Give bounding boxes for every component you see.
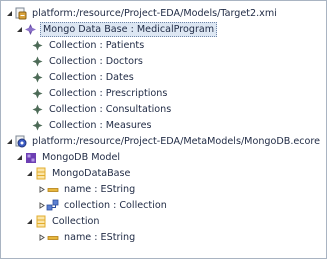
collection-label: Collection : Patients (49, 40, 145, 51)
eclass-icon (34, 215, 47, 228)
expanded-arrow-icon[interactable] (15, 150, 24, 165)
attribute-label: name : EString (64, 232, 136, 243)
expanded-arrow-icon[interactable] (25, 214, 34, 229)
collection-icon (31, 103, 44, 116)
tree-row-attribute-name[interactable]: name : EString (37, 182, 137, 197)
tree-row-package-mongodb-model[interactable]: MongoDB Model (15, 150, 122, 165)
tree-row-resource-mongodb-ecore[interactable]: platform:/resource/Project-EDA/MetaModel… (5, 134, 322, 149)
attribute-icon (46, 231, 59, 244)
expanded-arrow-icon[interactable] (25, 166, 34, 181)
tree-row-resource-target2[interactable]: platform:/resource/Project-EDA/Models/Ta… (5, 6, 279, 21)
collapsed-arrow-icon[interactable] (37, 198, 46, 213)
xmi-resource-icon (14, 7, 27, 20)
attribute-label: name : EString (64, 184, 136, 195)
class-label: MongoDataBase (52, 168, 131, 179)
collection-label: Collection : Dates (49, 72, 134, 83)
tree-row-reference-collection[interactable]: collection : Collection (37, 198, 169, 213)
collection-label: Collection : Prescriptions (49, 88, 168, 99)
expanded-arrow-icon[interactable] (5, 6, 14, 21)
tree-row-attribute-name[interactable]: name : EString (37, 230, 137, 245)
package-label: MongoDB Model (42, 152, 121, 163)
collapsed-arrow-icon[interactable] (37, 230, 46, 245)
selected-item-label: Mongo Data Base : MedicalProgram (40, 22, 218, 37)
model-object-icon (24, 23, 37, 36)
tree-row-collection[interactable]: Collection : Prescriptions (31, 86, 169, 101)
collection-label: Collection : Doctors (49, 56, 143, 67)
tree-row-collection[interactable]: Collection : Measures (31, 118, 154, 133)
collection-label: Collection : Consultations (49, 104, 172, 115)
tree-row-collection[interactable]: Collection : Patients (31, 38, 146, 53)
tree-row-collection[interactable]: Collection : Dates (31, 70, 136, 85)
collapsed-arrow-icon[interactable] (37, 182, 46, 197)
attribute-icon (46, 183, 59, 196)
class-label: Collection (52, 216, 100, 227)
resource-label: platform:/resource/Project-EDA/MetaModel… (32, 136, 321, 147)
tree-row-class-mongodatabase[interactable]: MongoDataBase (25, 166, 132, 181)
collection-label: Collection : Measures (49, 120, 152, 131)
collection-icon (31, 87, 44, 100)
package-icon (24, 151, 37, 164)
reference-label: collection : Collection (64, 200, 167, 211)
model-tree-panel: platform:/resource/Project-EDA/Models/Ta… (0, 0, 327, 259)
expanded-arrow-icon[interactable] (15, 22, 24, 37)
collection-icon (31, 71, 44, 84)
tree-row-collection[interactable]: Collection : Doctors (31, 54, 145, 69)
tree-row-mongo-data-base[interactable]: Mongo Data Base : MedicalProgram (15, 22, 218, 37)
collection-icon (31, 119, 44, 132)
tree-row-class-collection[interactable]: Collection (25, 214, 101, 229)
collection-icon (31, 55, 44, 68)
tree-row-collection[interactable]: Collection : Consultations (31, 102, 173, 117)
ecore-resource-icon (14, 135, 27, 148)
collection-icon (31, 39, 44, 52)
eclass-icon (34, 167, 47, 180)
expanded-arrow-icon[interactable] (5, 134, 14, 149)
reference-icon (46, 199, 59, 212)
resource-label: platform:/resource/Project-EDA/Models/Ta… (32, 8, 277, 19)
